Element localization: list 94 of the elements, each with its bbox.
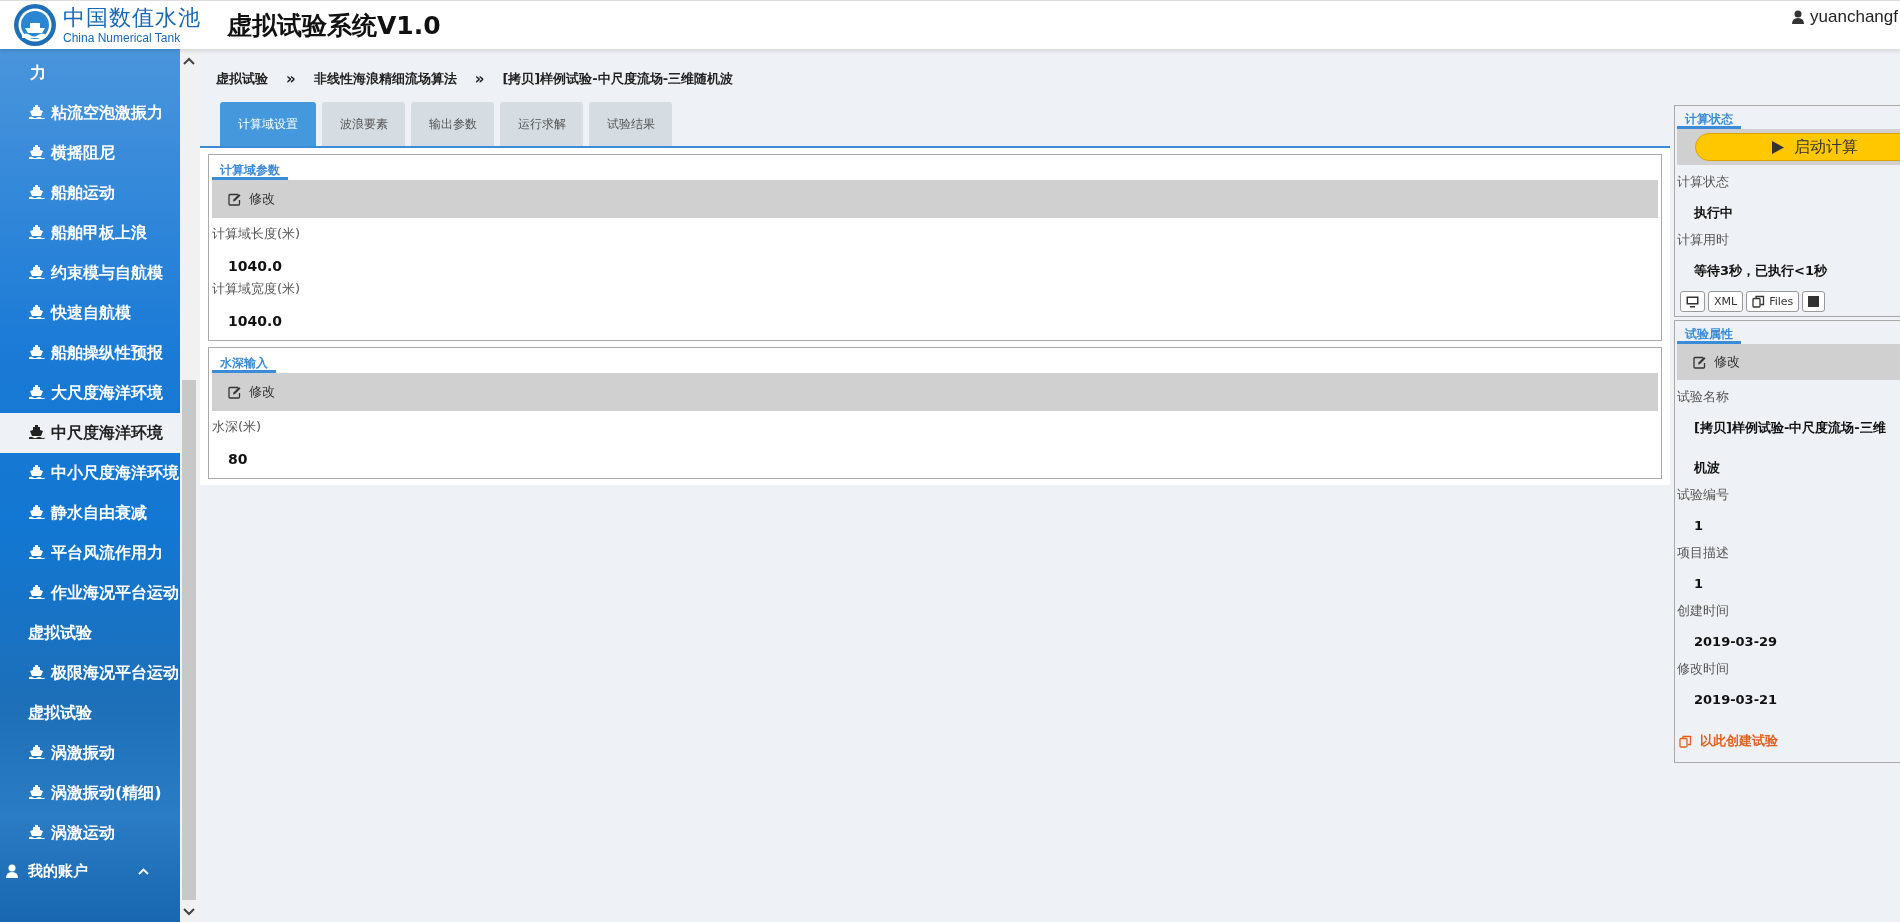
user-name[interactable]: yuanchangf (1810, 7, 1898, 27)
chevron-down-icon[interactable] (183, 908, 195, 916)
app-title: 虚拟试验系统V1.0 (227, 9, 441, 42)
tab[interactable]: 试验结果 (589, 102, 672, 146)
sidebar-item[interactable]: 涡激振动(精细) (0, 773, 180, 813)
sidebar-item[interactable]: 中小尺度海洋环境 (0, 453, 180, 493)
ship-icon (28, 263, 45, 280)
ship-icon (28, 463, 45, 480)
tab[interactable]: 计算域设置 (220, 102, 316, 146)
field-label: 计算域宽度(米) (212, 280, 302, 298)
field-label: 修改时间 (1677, 660, 1730, 678)
sidebar-item[interactable]: 力 (0, 53, 180, 93)
account-menu[interactable]: 我的账户 (0, 853, 180, 889)
sidebar-item[interactable]: 中尺度海洋环境 (0, 413, 180, 453)
sidebar-item[interactable]: 约束模与自航模 (0, 253, 180, 293)
field-label: 计算域长度(米) (212, 225, 302, 243)
brand-name: 中国数值水池 (63, 6, 201, 29)
tab[interactable]: 输出参数 (411, 102, 494, 146)
copy-icon (1679, 734, 1692, 748)
breadcrumb-link[interactable]: 非线性海浪精细流场算法 (313, 70, 457, 88)
breadcrumb-separator: » (474, 70, 485, 88)
xml-button[interactable]: XML (1708, 291, 1744, 312)
sidebar-item[interactable]: 极限海况平台运动虚拟试验 (0, 653, 180, 733)
tab[interactable]: 运行求解 (500, 102, 583, 146)
field-label: 计算状态 (1677, 173, 1730, 191)
field-label: 项目描述 (1677, 544, 1730, 562)
field-value: 1040.0 (227, 257, 284, 273)
field-value: 执行中 (1693, 204, 1734, 222)
ship-icon (28, 103, 45, 120)
edit-icon (228, 385, 241, 399)
field-value: 机波 (1692, 459, 1721, 477)
sidebar-item[interactable]: 横摇阻尼 (0, 133, 180, 173)
field-value: 1 (1693, 517, 1705, 535)
ship-icon (28, 783, 45, 800)
edit-icon (1693, 355, 1706, 369)
chevron-up-icon (138, 867, 149, 875)
sidebar-item[interactable]: 平台风流作用力 (0, 533, 180, 573)
ship-icon (28, 503, 45, 520)
field-value: 80 (227, 450, 249, 466)
sidebar-item[interactable]: 静水自由衰减 (0, 493, 180, 533)
brand-subtitle: China Numerical Tank (63, 31, 182, 44)
sidebar-item[interactable]: 快速自航模 (0, 293, 180, 333)
ship-icon (28, 583, 45, 600)
ship-icon (28, 543, 45, 560)
field-value: 1 (1693, 575, 1705, 593)
ship-icon (28, 663, 45, 680)
user-icon (6, 864, 18, 878)
field-value: 2019-03-21 (1693, 691, 1779, 709)
field-label: 试验编号 (1677, 486, 1730, 504)
sidebar-item[interactable]: 涡激运动 (0, 813, 180, 853)
files-button[interactable]: Files (1746, 291, 1800, 312)
field-label: 创建时间 (1677, 602, 1730, 620)
scrollbar[interactable] (180, 49, 198, 922)
ship-icon (28, 743, 45, 760)
start-button[interactable]: 启动计算 (1695, 133, 1900, 161)
ship-icon (28, 423, 45, 440)
field-value: [拷贝]样例试验-中尺度流场-三维 (1693, 419, 1887, 437)
ship-icon (28, 143, 45, 160)
monitor-icon (1686, 295, 1699, 308)
ship-icon (28, 223, 45, 240)
breadcrumb-link[interactable]: 虚拟试验 (216, 70, 268, 88)
sidebar-item[interactable]: 作业海况平台运动虚拟试验 (0, 573, 180, 653)
ship-icon (28, 303, 45, 320)
field-label: 试验名称 (1677, 388, 1730, 406)
field-value: 等待3秒，已执行<1秒 (1693, 262, 1828, 280)
breadcrumb-link[interactable]: [拷贝]样例试验-中尺度流场-三维随机波 (502, 70, 734, 88)
monitor-button[interactable] (1680, 291, 1705, 312)
ship-icon (28, 343, 45, 360)
edit-button[interactable]: 修改 (212, 373, 1658, 411)
stop-icon (1808, 296, 1820, 307)
tab[interactable]: 波浪要素 (322, 102, 405, 146)
field-value: 1040.0 (227, 312, 284, 328)
breadcrumb-separator: » (286, 70, 296, 88)
edit-icon (228, 192, 241, 206)
edit-button[interactable]: 修改 (212, 180, 1658, 218)
user-icon (1792, 10, 1805, 24)
play-icon (1772, 140, 1784, 154)
sidebar-item[interactable]: 船舶运动 (0, 173, 180, 213)
sidebar-item[interactable]: 粘流空泡激振力 (0, 93, 180, 133)
sidebar-item[interactable]: 涡激振动 (0, 733, 180, 773)
sidebar-item[interactable]: 船舶甲板上浪 (0, 213, 180, 253)
field-label: 计算用时 (1677, 231, 1730, 249)
chevron-up-icon[interactable] (183, 57, 195, 65)
sidebar-item[interactable]: 大尺度海洋环境 (0, 373, 180, 413)
create-experiment-link[interactable]: 以此创建试验 (1679, 732, 1778, 750)
field-value: 2019-03-29 (1693, 633, 1779, 651)
edit-button[interactable]: 修改 (1677, 344, 1900, 380)
sidebar-item[interactable]: 船舶操纵性预报 (0, 333, 180, 373)
stop-button[interactable] (1802, 291, 1826, 312)
copy-icon (1752, 295, 1766, 308)
ship-icon (28, 823, 45, 840)
ship-icon (28, 183, 45, 200)
field-label: 水深(米) (212, 418, 263, 436)
ship-icon (28, 383, 45, 400)
